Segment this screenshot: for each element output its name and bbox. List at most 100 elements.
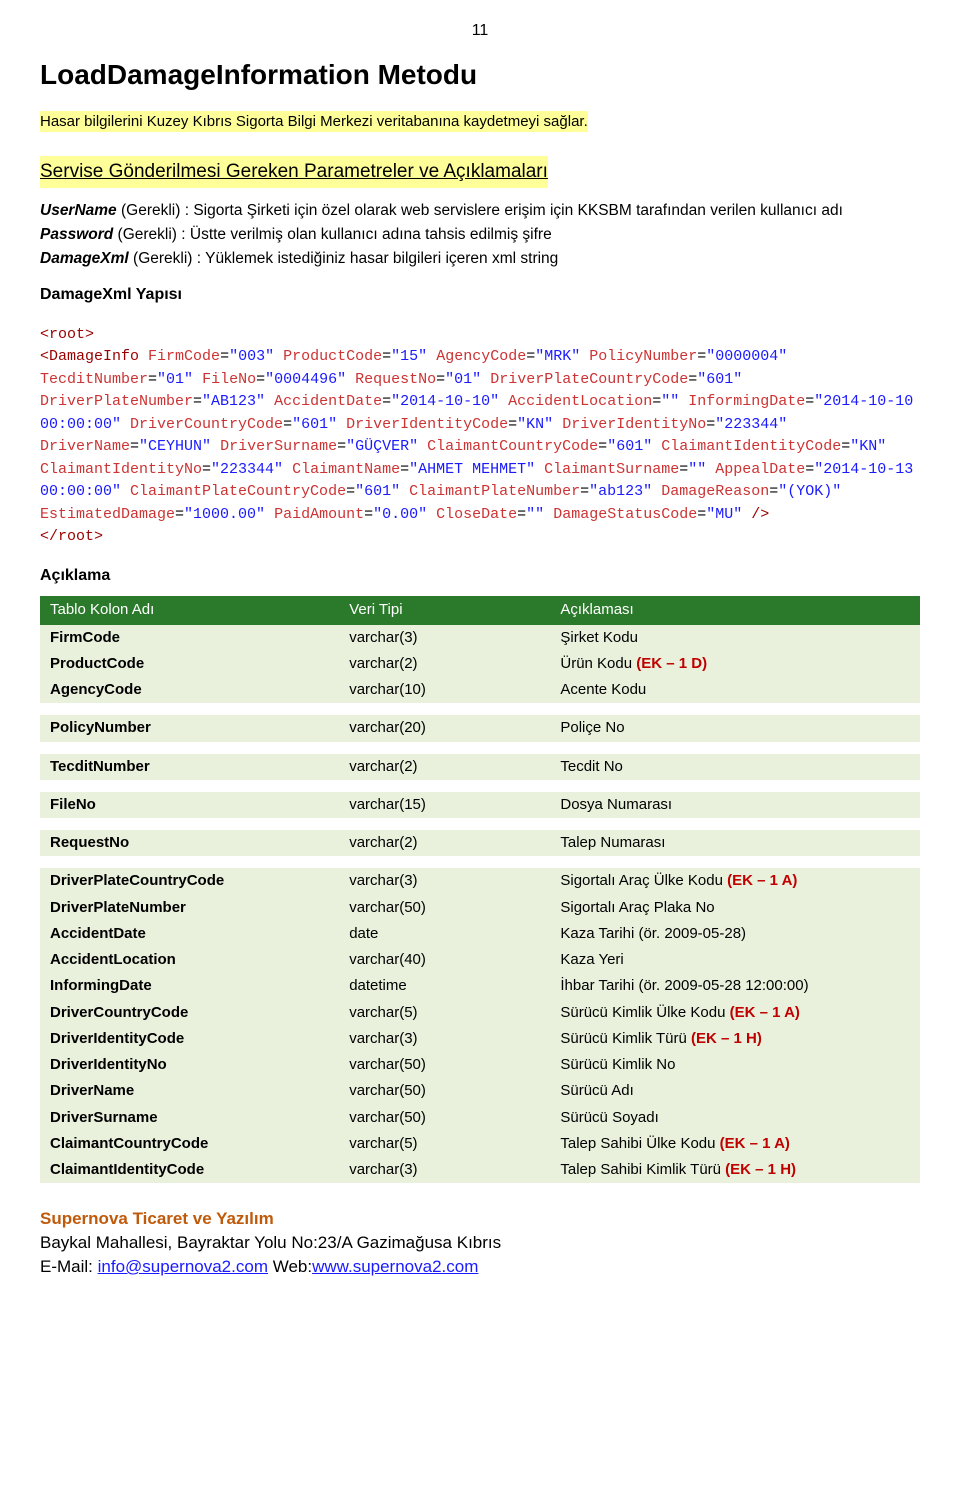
ek-annotation: (EK – 1 A) [727, 872, 797, 889]
table-row: DriverPlateCountryCodevarchar(3)Sigortal… [40, 868, 920, 894]
cell-field-name: ClaimantCountryCode [40, 1131, 339, 1157]
table-spacer [40, 742, 920, 754]
param-username-name: UserName [40, 202, 117, 219]
footer: Supernova Ticaret ve Yazılım Baykal Maha… [40, 1207, 920, 1278]
cell-field-name: AccidentDate [40, 921, 339, 947]
cell-field-name: DriverIdentityNo [40, 1052, 339, 1078]
ek-annotation: (EK – 1 A) [720, 1135, 790, 1152]
cell-description: Sürücü Soyadı [550, 1105, 920, 1131]
param-damagexml: DamageXml (Gerekli) : Yüklemek istediğin… [40, 249, 920, 270]
param-password-desc: (Gerekli) : Üstte verilmiş olan kullanıc… [113, 226, 551, 243]
table-row: InformingDatedatetimeİhbar Tarihi (ör. 2… [40, 973, 920, 999]
cell-description: Talep Numarası [550, 830, 920, 856]
cell-data-type: varchar(3) [339, 1157, 550, 1183]
cell-description: Kaza Yeri [550, 947, 920, 973]
table-header-row: Tablo Kolon Adı Veri Tipi Açıklaması [40, 596, 920, 624]
section-heading-wrap: Servise Gönderilmesi Gereken Parametrele… [40, 134, 920, 199]
cell-description: Talep Sahibi Kimlik Türü (EK – 1 H) [550, 1157, 920, 1183]
table-row: ClaimantCountryCodevarchar(5)Talep Sahib… [40, 1131, 920, 1157]
cell-field-name: FirmCode [40, 625, 339, 651]
cell-data-type: varchar(50) [339, 895, 550, 921]
cell-description: Sigortalı Araç Plaka No [550, 895, 920, 921]
param-damagexml-desc: (Gerekli) : Yüklemek istediğiniz hasar b… [129, 250, 559, 267]
table-row: ClaimantIdentityCodevarchar(3)Talep Sahi… [40, 1157, 920, 1183]
table-row: AccidentLocationvarchar(40)Kaza Yeri [40, 947, 920, 973]
cell-field-name: DriverPlateNumber [40, 895, 339, 921]
cell-field-name: PolicyNumber [40, 715, 339, 741]
cell-field-name: DriverSurname [40, 1105, 339, 1131]
param-username-desc: (Gerekli) : Sigorta Şirketi için özel ol… [117, 202, 843, 219]
cell-description: Dosya Numarası [550, 792, 920, 818]
table-row: PolicyNumbervarchar(20)Poliçe No [40, 715, 920, 741]
cell-data-type: varchar(50) [339, 1105, 550, 1131]
table-row: ProductCodevarchar(2)Ürün Kodu (EK – 1 D… [40, 651, 920, 677]
cell-data-type: date [339, 921, 550, 947]
ek-annotation: (EK – 1 H) [691, 1030, 762, 1047]
table-row: DriverCountryCodevarchar(5)Sürücü Kimlik… [40, 1000, 920, 1026]
cell-description: Kaza Tarihi (ör. 2009-05-28) [550, 921, 920, 947]
cell-field-name: FileNo [40, 792, 339, 818]
section-heading: Servise Gönderilmesi Gereken Parametrele… [40, 156, 548, 189]
table-row: DriverPlateNumbervarchar(50)Sigortalı Ar… [40, 895, 920, 921]
cell-data-type: varchar(5) [339, 1131, 550, 1157]
cell-description: İhbar Tarihi (ör. 2009-05-28 12:00:00) [550, 973, 920, 999]
cell-data-type: varchar(3) [339, 1026, 550, 1052]
table-row: DriverSurnamevarchar(50)Sürücü Soyadı [40, 1105, 920, 1131]
table-spacer [40, 703, 920, 715]
footer-web-link[interactable]: www.supernova2.com [312, 1257, 478, 1276]
cell-data-type: varchar(15) [339, 792, 550, 818]
th-kolon-adi: Tablo Kolon Adı [40, 596, 339, 624]
table-row: DriverIdentityCodevarchar(3)Sürücü Kimli… [40, 1026, 920, 1052]
cell-field-name: AccidentLocation [40, 947, 339, 973]
cell-description: Talep Sahibi Ülke Kodu (EK – 1 A) [550, 1131, 920, 1157]
cell-data-type: varchar(3) [339, 625, 550, 651]
ek-annotation: (EK – 1 H) [725, 1161, 796, 1178]
footer-address: Baykal Mahallesi, Bayraktar Yolu No:23/A… [40, 1231, 920, 1255]
cell-field-name: DriverPlateCountryCode [40, 868, 339, 894]
cell-data-type: varchar(10) [339, 677, 550, 703]
cell-data-type: varchar(50) [339, 1052, 550, 1078]
th-veri-tipi: Veri Tipi [339, 596, 550, 624]
cell-field-name: RequestNo [40, 830, 339, 856]
params-block: UserName (Gerekli) : Sigorta Şirketi içi… [40, 201, 920, 270]
intro-highlight: Hasar bilgilerini Kuzey Kıbrıs Sigorta B… [40, 111, 588, 132]
th-aciklamasi: Açıklaması [550, 596, 920, 624]
table-row: FirmCodevarchar(3)Şirket Kodu [40, 625, 920, 651]
footer-contact: E-Mail: info@supernova2.com Web:www.supe… [40, 1255, 920, 1279]
footer-company: Supernova Ticaret ve Yazılım [40, 1207, 920, 1231]
cell-field-name: DriverCountryCode [40, 1000, 339, 1026]
cell-field-name: TecditNumber [40, 754, 339, 780]
cell-description: Acente Kodu [550, 677, 920, 703]
cell-description: Sürücü Adı [550, 1078, 920, 1104]
param-password: Password (Gerekli) : Üstte verilmiş olan… [40, 225, 920, 246]
cell-field-name: InformingDate [40, 973, 339, 999]
cell-description: Ürün Kodu (EK – 1 D) [550, 651, 920, 677]
footer-email-link[interactable]: info@supernova2.com [98, 1257, 268, 1276]
cell-data-type: varchar(3) [339, 868, 550, 894]
cell-description: Sürücü Kimlik Türü (EK – 1 H) [550, 1026, 920, 1052]
cell-data-type: varchar(5) [339, 1000, 550, 1026]
cell-description: Sigortalı Araç Ülke Kodu (EK – 1 A) [550, 868, 920, 894]
table-spacer [40, 818, 920, 830]
table-row: RequestNovarchar(2)Talep Numarası [40, 830, 920, 856]
cell-data-type: varchar(50) [339, 1078, 550, 1104]
footer-web-label: Web: [268, 1257, 312, 1276]
ek-annotation: (EK – 1 A) [730, 1004, 800, 1021]
fields-table: Tablo Kolon Adı Veri Tipi Açıklaması Fir… [40, 596, 920, 1183]
footer-email-label: E-Mail: [40, 1257, 98, 1276]
cell-description: Tecdit No [550, 754, 920, 780]
cell-data-type: varchar(2) [339, 830, 550, 856]
cell-field-name: DriverIdentityCode [40, 1026, 339, 1052]
cell-description: Sürücü Kimlik Ülke Kodu (EK – 1 A) [550, 1000, 920, 1026]
table-body: FirmCodevarchar(3)Şirket KoduProductCode… [40, 625, 920, 1184]
aciklama-label: Açıklama [40, 565, 920, 587]
param-username: UserName (Gerekli) : Sigorta Şirketi içi… [40, 201, 920, 222]
param-password-name: Password [40, 226, 113, 243]
table-spacer [40, 856, 920, 868]
cell-field-name: ProductCode [40, 651, 339, 677]
table-row: AccidentDatedateKaza Tarihi (ör. 2009-05… [40, 921, 920, 947]
cell-data-type: varchar(2) [339, 651, 550, 677]
page-number: 11 [40, 20, 920, 42]
intro-paragraph: Hasar bilgilerini Kuzey Kıbrıs Sigorta B… [40, 111, 920, 134]
cell-description: Poliçe No [550, 715, 920, 741]
